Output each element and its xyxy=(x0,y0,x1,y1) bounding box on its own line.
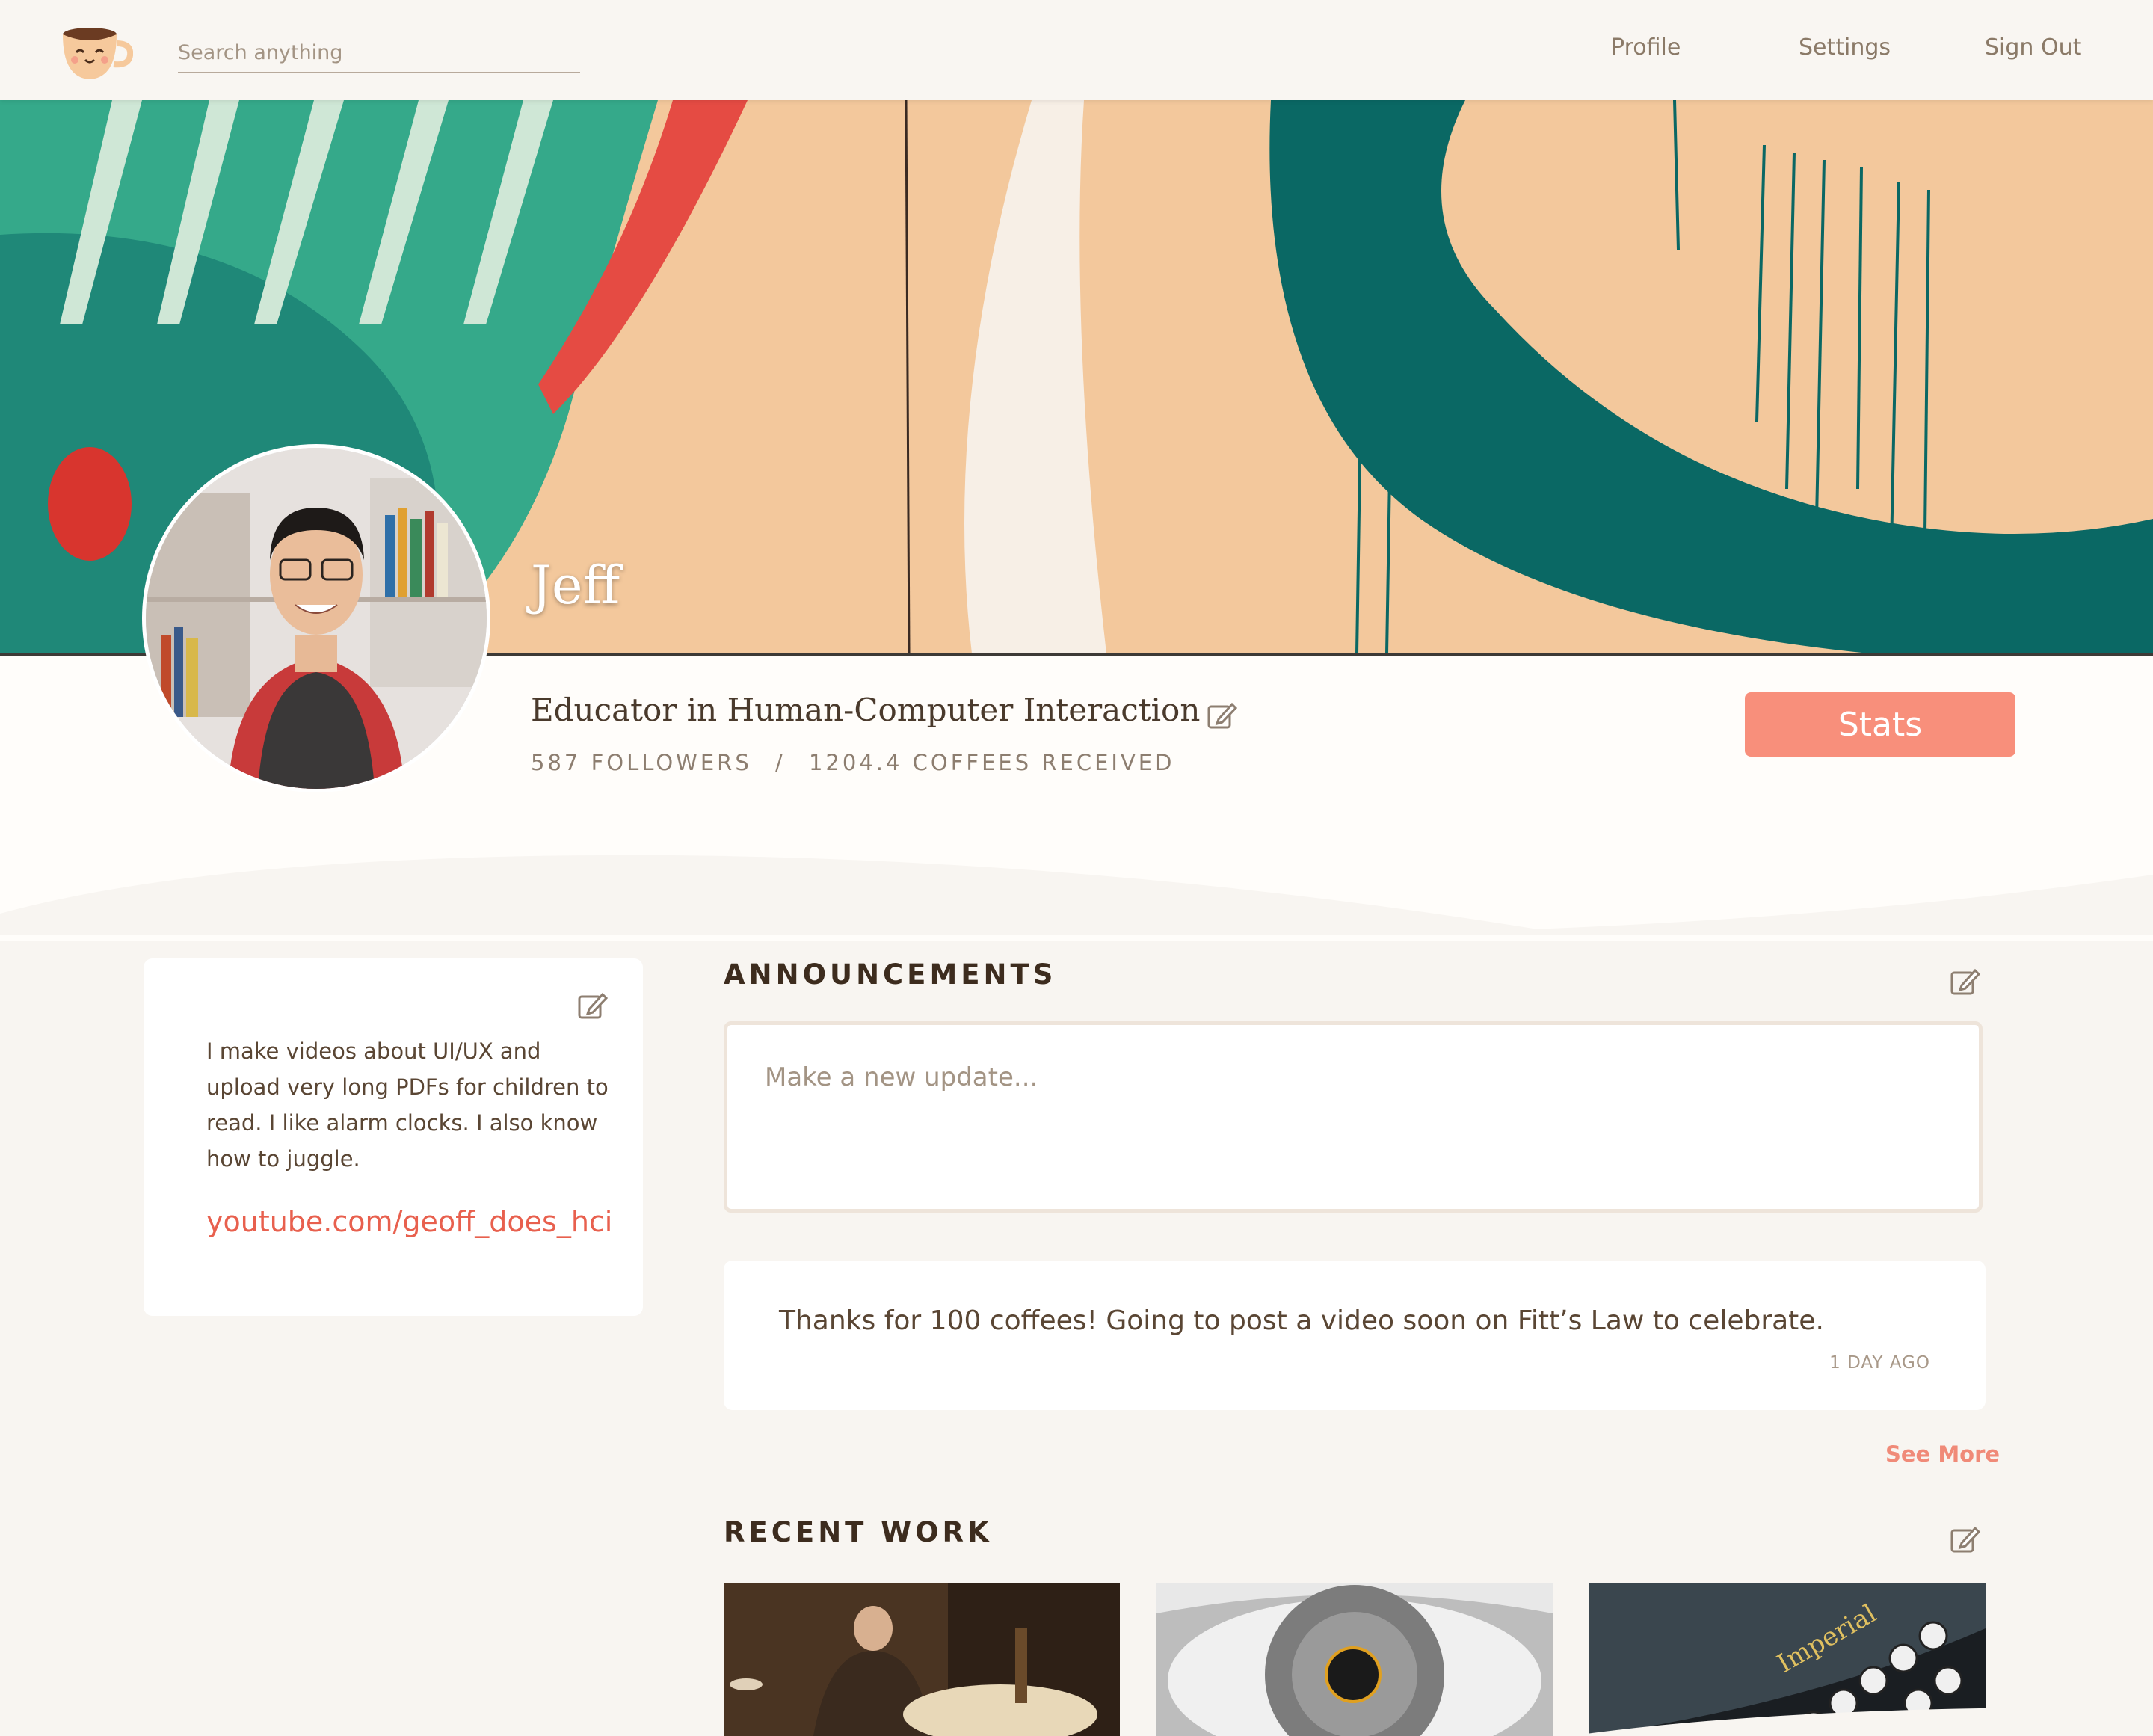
edit-bio-icon[interactable] xyxy=(577,990,609,1021)
stats-button[interactable]: Stats xyxy=(1745,692,2015,757)
wave-divider xyxy=(0,855,2153,935)
coffee-cup-logo-icon[interactable] xyxy=(58,19,133,82)
announcement-timestamp: 1 DAY AGO xyxy=(1829,1353,1930,1373)
profile-avatar[interactable] xyxy=(142,444,490,792)
see-more-link[interactable]: See More xyxy=(1885,1441,2000,1467)
profile-name: Jeff xyxy=(531,555,620,616)
nav-settings-link[interactable]: Settings xyxy=(1799,34,1891,61)
coffees-received-count: 1204.4 COFFEES RECEIVED xyxy=(808,750,1175,775)
edit-recent-work-icon[interactable] xyxy=(1950,1524,1981,1555)
bottom-wave-divider xyxy=(1570,1707,2153,1736)
profile-tagline: Educator in Human-Computer Interaction xyxy=(531,692,1201,728)
nav-profile-link[interactable]: Profile xyxy=(1611,34,1681,61)
top-navigation-bar: Profile Settings Sign Out xyxy=(0,0,2153,100)
stats-separator: / xyxy=(774,750,786,775)
announcements-heading: ANNOUNCEMENTS xyxy=(724,958,1057,991)
new-update-input[interactable] xyxy=(724,1021,1983,1213)
profile-stats: 587 FOLLOWERS / 1204.4 COFFEES RECEIVED xyxy=(531,750,1174,775)
nav-sign-out-link[interactable]: Sign Out xyxy=(1985,34,2081,61)
recent-work-heading: RECENT WORK xyxy=(724,1516,993,1548)
edit-tagline-icon[interactable] xyxy=(1207,700,1238,731)
announcement-item: Thanks for 100 coffees! Going to post a … xyxy=(724,1261,1986,1410)
edit-announcements-icon[interactable] xyxy=(1950,966,1981,997)
announcement-text: Thanks for 100 coffees! Going to post a … xyxy=(779,1305,1824,1336)
bio-card: I make videos about UI/UX and upload ver… xyxy=(144,958,643,1316)
bio-text: I make videos about UI/UX and upload ver… xyxy=(206,1038,609,1172)
followers-count: 587 FOLLOWERS xyxy=(531,750,752,775)
search-input[interactable] xyxy=(178,33,580,73)
bio-youtube-link[interactable]: youtube.com/geoff_does_hci xyxy=(206,1205,612,1238)
